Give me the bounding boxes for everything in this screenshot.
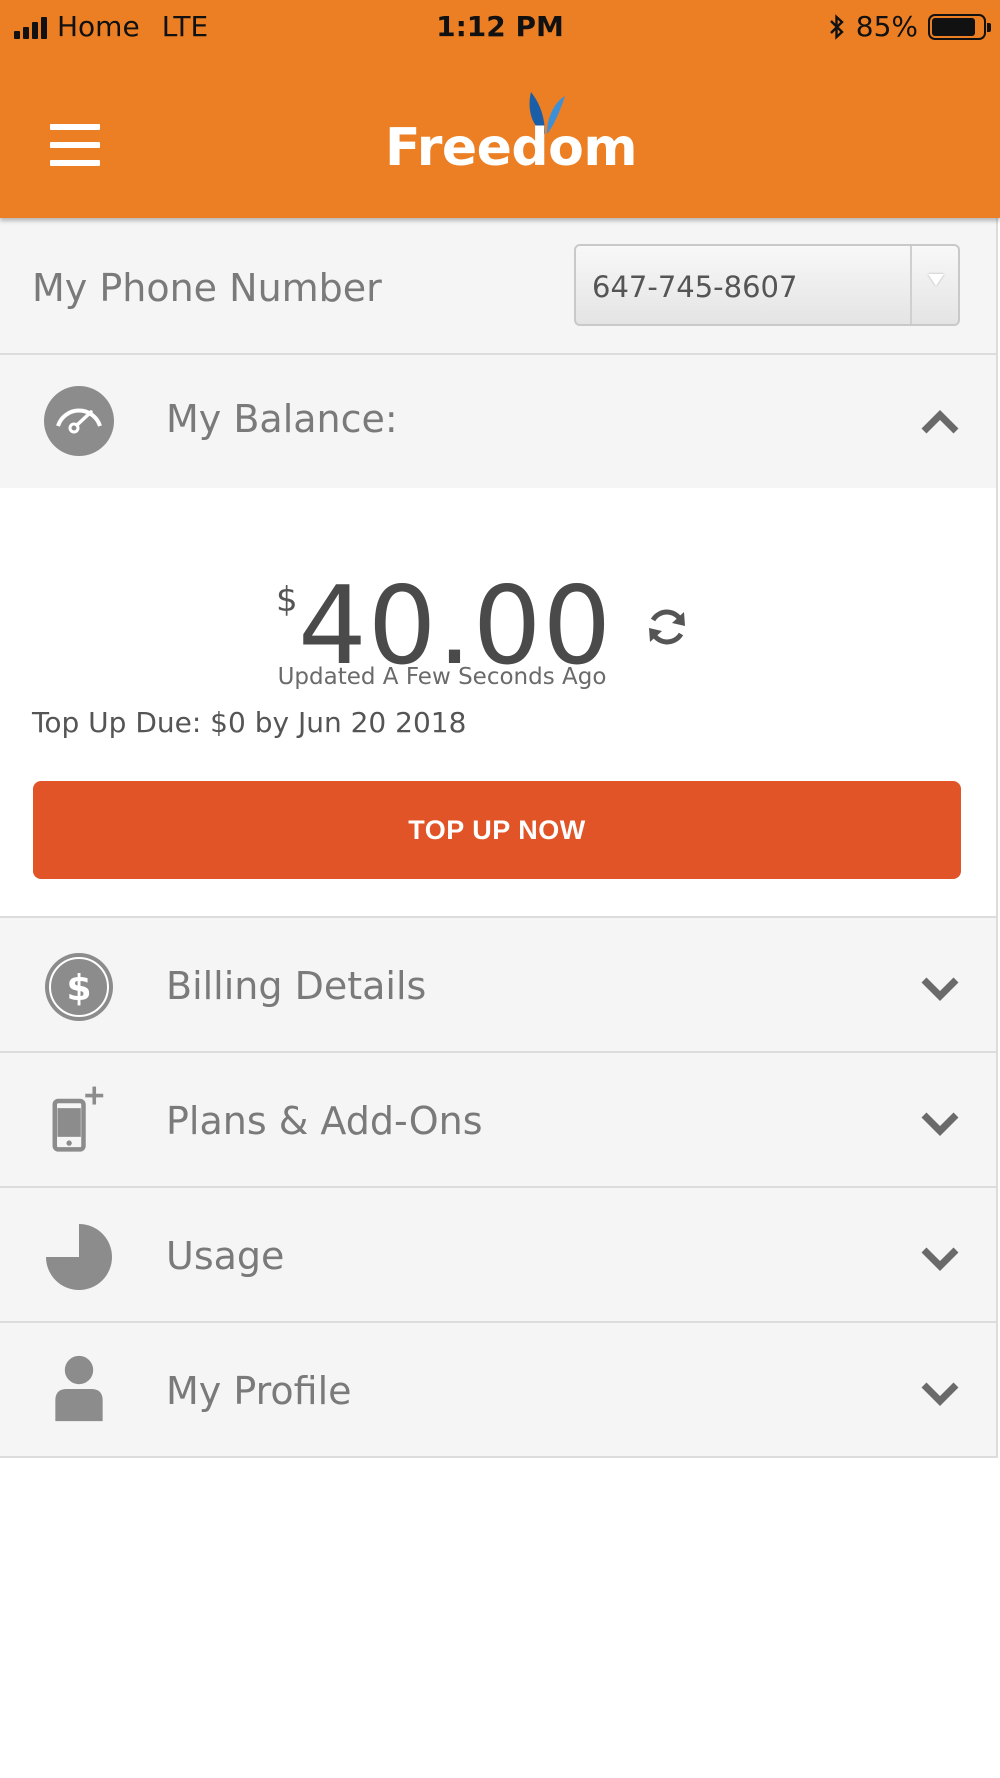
user-icon — [55, 1355, 103, 1422]
phone-number-value: 647-745-8607 — [592, 270, 798, 304]
bluetooth-icon — [829, 13, 844, 40]
balance-updated-text: Updated A Few Seconds Ago — [277, 664, 607, 690]
chevron-down-icon[interactable] — [920, 1379, 960, 1407]
chevron-up-icon[interactable] — [920, 407, 960, 435]
plans-addons-row[interactable]: Plans & Add-Ons — [0, 1053, 998, 1188]
currency-symbol: $ — [276, 580, 298, 620]
chevron-down-icon[interactable] — [920, 1244, 960, 1272]
chevron-down-icon[interactable] — [920, 974, 960, 1002]
usage-label: Usage — [166, 1234, 285, 1278]
my-profile-row[interactable]: My Profile — [0, 1323, 998, 1458]
hamburger-menu-button[interactable] — [50, 124, 100, 166]
balance-panel: $ 40.00 Updated A Few Seconds Ago Top Up… — [0, 488, 998, 918]
freedom-logo[interactable]: Freedom — [385, 118, 638, 178]
phone-number-row: My Phone Number 647-745-8607 — [0, 218, 998, 355]
usage-row[interactable]: Usage — [0, 1188, 998, 1323]
speedometer-icon — [44, 386, 114, 456]
top-up-due-text: Top Up Due: $0 by Jun 20 2018 — [32, 706, 467, 739]
balance-label: My Balance: — [166, 397, 398, 441]
balance-section-header[interactable]: My Balance: — [0, 355, 998, 488]
dropdown-arrow-icon[interactable] — [910, 246, 958, 324]
top-up-now-button[interactable]: TOP UP NOW — [33, 781, 961, 879]
battery-icon — [928, 13, 991, 40]
status-bar: Home LTE 1:12 PM 85% — [0, 0, 1000, 50]
phone-number-label: My Phone Number — [32, 266, 382, 310]
plans-addons-label: Plans & Add-Ons — [166, 1099, 483, 1143]
svg-text:$: $ — [66, 968, 91, 1009]
app-header: Home LTE 1:12 PM 85% Freedom — [0, 0, 1000, 218]
refresh-icon[interactable] — [644, 604, 690, 650]
chevron-down-icon[interactable] — [920, 1109, 960, 1137]
billing-details-row[interactable]: $ Billing Details — [0, 918, 998, 1053]
my-profile-label: My Profile — [166, 1369, 352, 1413]
dollar-icon: $ — [45, 953, 113, 1021]
battery-percent: 85% — [855, 10, 918, 43]
phone-number-select[interactable]: 647-745-8607 — [574, 244, 960, 326]
phone-plus-icon — [52, 1086, 104, 1152]
billing-details-label: Billing Details — [166, 964, 427, 1008]
pie-chart-icon — [46, 1224, 112, 1290]
